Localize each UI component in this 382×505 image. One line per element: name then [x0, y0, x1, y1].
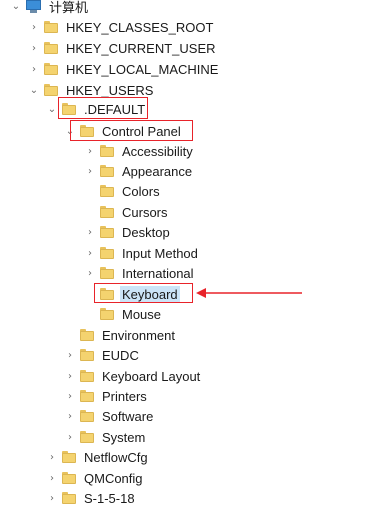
annotation-arrow-icon: [196, 288, 302, 298]
registry-tree: ⌄ 计算机 › HKEY_CLASSES_ROOT › HKEY_CURRENT…: [0, 0, 382, 505]
